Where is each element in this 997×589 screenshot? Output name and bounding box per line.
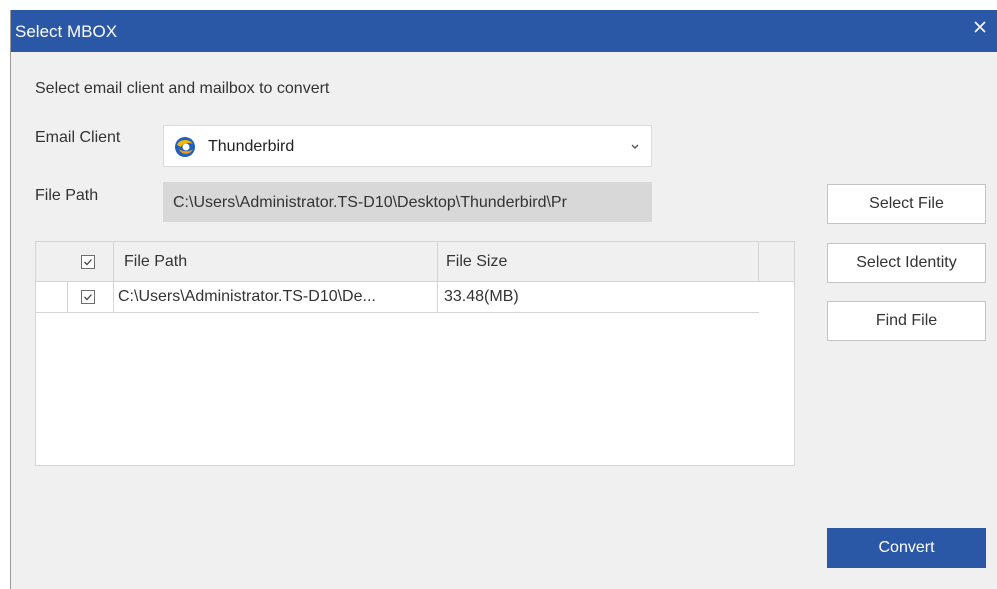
close-icon [974, 21, 986, 33]
header-checkbox-cell [36, 242, 114, 281]
dialog-title: Select MBOX [15, 22, 118, 41]
column-header-file-path[interactable]: File Path [114, 242, 438, 281]
thunderbird-icon [175, 137, 195, 157]
select-identity-button[interactable]: Select Identity [827, 243, 986, 283]
grid-header: File Path File Size [36, 242, 794, 282]
row-file-path: C:\Users\Administrator.TS-D10\De... [114, 282, 438, 312]
email-client-dropdown[interactable]: Thunderbird [163, 125, 652, 167]
instruction-text: Select email client and mailbox to conve… [35, 80, 330, 97]
table-row[interactable]: C:\Users\Administrator.TS-D10\De... 33.4… [36, 282, 759, 313]
checkmark-icon [84, 258, 92, 265]
row-indicator [36, 282, 68, 312]
select-mbox-dialog: Select MBOX Select email client and mail… [10, 10, 997, 589]
row-checkbox[interactable] [81, 290, 95, 304]
checkmark-icon [84, 294, 92, 301]
convert-button[interactable]: Convert [827, 528, 986, 568]
column-header-filler [759, 242, 794, 281]
select-file-button[interactable]: Select File [827, 184, 986, 224]
file-path-field[interactable]: C:\Users\Administrator.TS-D10\Desktop\Th… [163, 182, 652, 222]
email-client-value: Thunderbird [208, 138, 295, 155]
title-bar: Select MBOX [11, 10, 997, 52]
file-path-value: C:\Users\Administrator.TS-D10\Desktop\Th… [173, 194, 567, 211]
column-header-file-size[interactable]: File Size [438, 242, 759, 281]
email-client-label: Email Client [35, 129, 121, 146]
row-checkbox-cell [68, 282, 114, 312]
file-path-label: File Path [35, 187, 99, 204]
mailbox-grid: File Path File Size C:\Users\Administrat… [35, 241, 795, 466]
chevron-down-icon [631, 144, 639, 149]
select-all-checkbox[interactable] [81, 254, 95, 269]
find-file-button[interactable]: Find File [827, 301, 986, 341]
row-file-size: 33.48(MB) [444, 288, 519, 305]
close-button[interactable] [962, 10, 997, 44]
